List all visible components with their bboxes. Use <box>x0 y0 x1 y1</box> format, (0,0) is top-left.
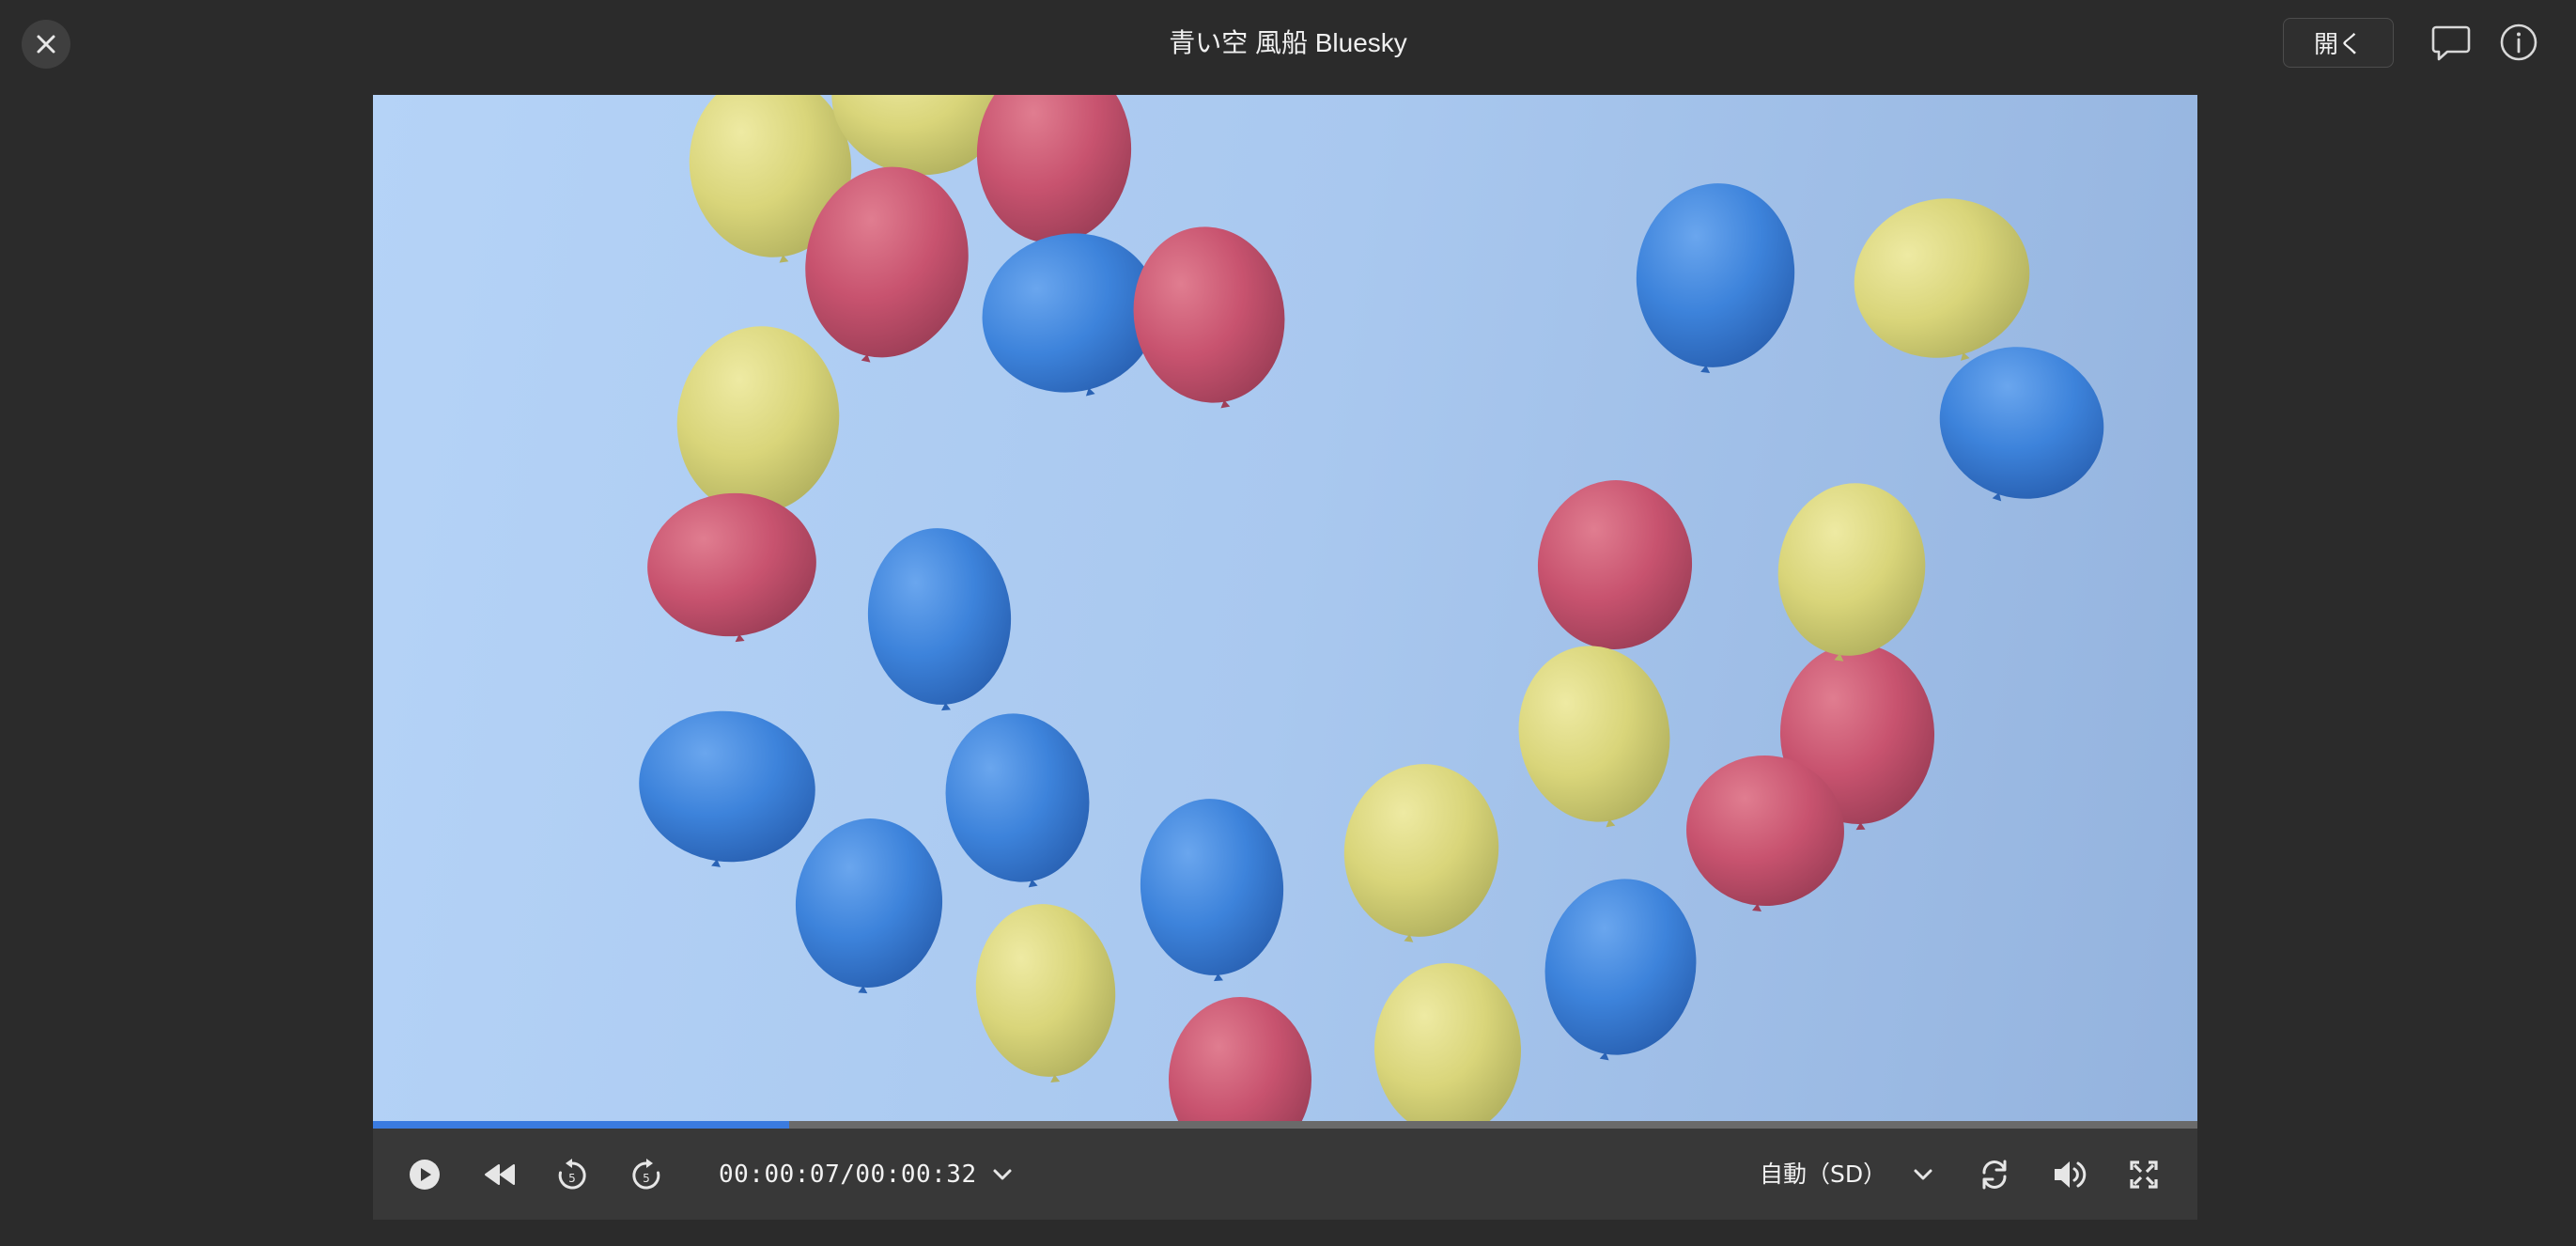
time-display: 00:00:07/00:00:32 <box>719 1160 977 1189</box>
video-frame[interactable] <box>373 95 2197 1121</box>
title-bar: 青い空 風船 Bluesky 開く <box>0 0 2576 94</box>
balloon <box>639 710 815 867</box>
balloon <box>795 818 943 994</box>
time-format-dropdown[interactable] <box>979 1151 1026 1198</box>
loop-icon <box>1982 1160 2007 1190</box>
balloon <box>1169 997 1311 1121</box>
svg-text:5: 5 <box>568 1172 576 1185</box>
speech-bubble-icon <box>2431 25 2471 61</box>
volume-button[interactable] <box>2046 1151 2093 1198</box>
loop-button[interactable] <box>1971 1151 2018 1198</box>
fullscreen-icon <box>2130 1160 2158 1189</box>
balloon <box>867 528 1012 711</box>
replay-5-icon: 5 <box>558 1159 586 1190</box>
balloon <box>1373 963 1522 1121</box>
progress-bar[interactable] <box>373 1121 2197 1129</box>
balloon <box>1777 483 1926 662</box>
video-title: 青い空 風船 Bluesky <box>1169 28 1407 57</box>
info-icon <box>2500 23 2537 61</box>
svg-text:5: 5 <box>643 1172 650 1185</box>
progress-fill <box>373 1121 789 1129</box>
rewind-icon <box>485 1164 515 1185</box>
close-icon <box>37 35 55 54</box>
balloon <box>945 713 1090 888</box>
balloon <box>1636 183 1795 373</box>
info-button[interactable] <box>2492 16 2545 69</box>
chevron-down-icon <box>993 1169 1012 1180</box>
close-button[interactable] <box>22 20 70 69</box>
chevron-down-icon <box>1914 1169 1932 1180</box>
video-player: 5 5 00:00:07/00:00:32 自動（SD） <box>373 95 2197 1220</box>
balloon <box>1544 879 1697 1061</box>
balloon <box>1140 799 1284 982</box>
fullscreen-button[interactable] <box>2120 1151 2167 1198</box>
balloon <box>976 95 1132 250</box>
quality-dropdown[interactable] <box>1900 1151 1947 1198</box>
balloon <box>975 904 1116 1082</box>
balloon <box>647 492 816 643</box>
balloon <box>1343 764 1499 942</box>
comment-button[interactable] <box>2425 17 2477 70</box>
play-icon <box>410 1160 440 1190</box>
volume-icon <box>2055 1161 2087 1188</box>
video-frame-image <box>639 95 2104 1121</box>
quality-label[interactable]: 自動（SD） <box>1760 1157 1886 1192</box>
rewind-button[interactable] <box>476 1151 523 1198</box>
balloon <box>1537 480 1693 656</box>
skip-forward-button[interactable]: 5 <box>623 1151 670 1198</box>
balloon <box>1133 226 1285 409</box>
balloon <box>1518 646 1670 828</box>
forward-5-icon: 5 <box>632 1159 660 1190</box>
control-bar: 5 5 00:00:07/00:00:32 自動（SD） <box>373 1129 2197 1220</box>
open-button[interactable]: 開く <box>2283 18 2394 68</box>
skip-back-button[interactable]: 5 <box>549 1151 596 1198</box>
play-button[interactable] <box>401 1151 448 1198</box>
